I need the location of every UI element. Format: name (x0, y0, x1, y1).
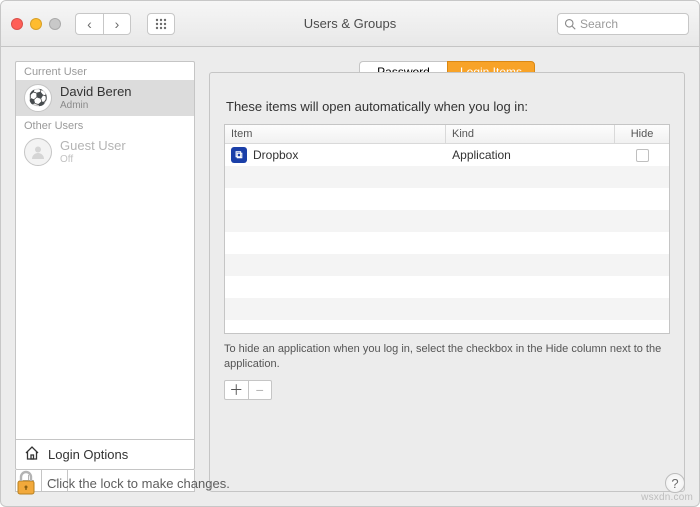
nav-buttons: ‹ › (75, 13, 131, 35)
item-add-remove: ＋ − (224, 380, 272, 400)
login-options-button[interactable]: Login Options (16, 439, 194, 469)
table-row (225, 298, 669, 320)
main-panel: Password Login Items These items will op… (209, 61, 685, 492)
user-item-guest[interactable]: Guest User Off (16, 134, 194, 170)
dropbox-icon: ⧉ (231, 147, 247, 163)
table-row (225, 188, 669, 210)
avatar-icon: ⚽ (24, 84, 52, 112)
content: Current User ⚽ David Beren Admin Other U… (1, 61, 699, 506)
column-item[interactable]: Item (225, 125, 446, 143)
row-kind: Application (446, 144, 615, 166)
table-row[interactable]: ⧉ Dropbox Application (225, 144, 669, 166)
table-row (225, 210, 669, 232)
minimize-window-button[interactable] (30, 18, 42, 30)
show-all-button[interactable] (147, 13, 175, 35)
forward-button[interactable]: › (103, 13, 131, 35)
login-items-table: Item Kind Hide ⧉ Dropbox Application (224, 124, 670, 334)
zoom-window-button (49, 18, 61, 30)
window-controls (11, 18, 61, 30)
add-item-button[interactable]: ＋ (225, 381, 249, 399)
table-row (225, 254, 669, 276)
lock-text: Click the lock to make changes. (47, 476, 230, 491)
search-input[interactable]: Search (557, 13, 689, 35)
user-list: Current User ⚽ David Beren Admin Other U… (15, 61, 195, 470)
user-role: Off (60, 154, 126, 165)
lock-button[interactable] (15, 470, 37, 496)
home-icon (24, 445, 40, 464)
login-items-header: These items will open automatically when… (224, 95, 670, 116)
user-role: Admin (60, 100, 132, 111)
table-row (225, 166, 669, 188)
user-item-current[interactable]: ⚽ David Beren Admin (16, 80, 194, 116)
guest-avatar-icon (24, 138, 52, 166)
search-icon (564, 18, 576, 30)
table-row (225, 276, 669, 298)
row-name: Dropbox (253, 148, 298, 162)
column-hide[interactable]: Hide (615, 125, 669, 143)
user-name: Guest User (60, 139, 126, 153)
remove-item-button: − (249, 381, 272, 399)
watermark: wsxdn.com (641, 492, 693, 503)
table-body: ⧉ Dropbox Application (225, 144, 669, 333)
hide-checkbox[interactable] (636, 149, 649, 162)
table-row (225, 232, 669, 254)
close-window-button[interactable] (11, 18, 23, 30)
login-options-label: Login Options (48, 447, 128, 462)
prefs-window: ‹ › Users & Groups Search Current User ⚽… (0, 0, 700, 507)
hide-hint-text: To hide an application when you log in, … (224, 342, 670, 372)
window-title: Users & Groups (304, 16, 396, 31)
column-kind[interactable]: Kind (446, 125, 615, 143)
current-user-label: Current User (16, 62, 194, 80)
footer: Click the lock to make changes. ? (15, 470, 685, 496)
other-users-label: Other Users (16, 116, 194, 134)
login-items-panel: These items will open automatically when… (209, 72, 685, 492)
search-placeholder: Search (580, 17, 618, 31)
titlebar: ‹ › Users & Groups Search (1, 1, 699, 47)
back-button[interactable]: ‹ (75, 13, 103, 35)
user-sidebar: Current User ⚽ David Beren Admin Other U… (15, 61, 195, 492)
help-button[interactable]: ? (665, 473, 685, 493)
user-name: David Beren (60, 85, 132, 99)
table-header: Item Kind Hide (225, 125, 669, 144)
